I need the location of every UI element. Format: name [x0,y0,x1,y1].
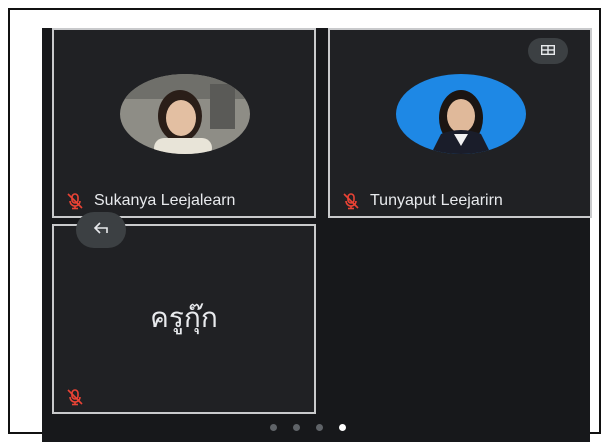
participant-tile-tunyaput[interactable]: Tunyaput Leejarirn [328,28,592,218]
avatar [120,74,250,154]
mic-off-icon [66,192,84,210]
meeting-grid: Sukanya Leejalearn Tunyaput Leejarirn คร… [42,28,592,442]
participant-name-row: Sukanya Leejalearn [66,192,235,210]
page-dot[interactable] [293,424,300,431]
participant-initial-name: ครูกุ๊ก [150,302,218,333]
back-button[interactable] [76,212,126,248]
participant-name: Tunyaput Leejarirn [370,192,503,209]
participant-name-row [66,388,94,406]
participant-name-row: Tunyaput Leejarirn [342,192,503,210]
participant-name: Sukanya Leejalearn [94,192,236,209]
page-dot[interactable] [316,424,323,431]
participant-tile-sukanya[interactable]: Sukanya Leejalearn [52,28,316,218]
participant-tile-kru-kuk[interactable]: ครูกุ๊ก [52,224,316,414]
avatar [396,74,526,154]
page-indicator [270,424,346,431]
layout-grid-icon [540,42,556,60]
screenshot-frame: Sukanya Leejalearn Tunyaput Leejarirn คร… [8,8,601,442]
mic-off-icon [342,192,360,210]
page-dot-active[interactable] [339,424,346,431]
page-dot[interactable] [270,424,277,431]
back-arrow-icon [93,221,109,240]
mic-off-icon [66,388,84,406]
layout-button[interactable] [528,38,568,64]
